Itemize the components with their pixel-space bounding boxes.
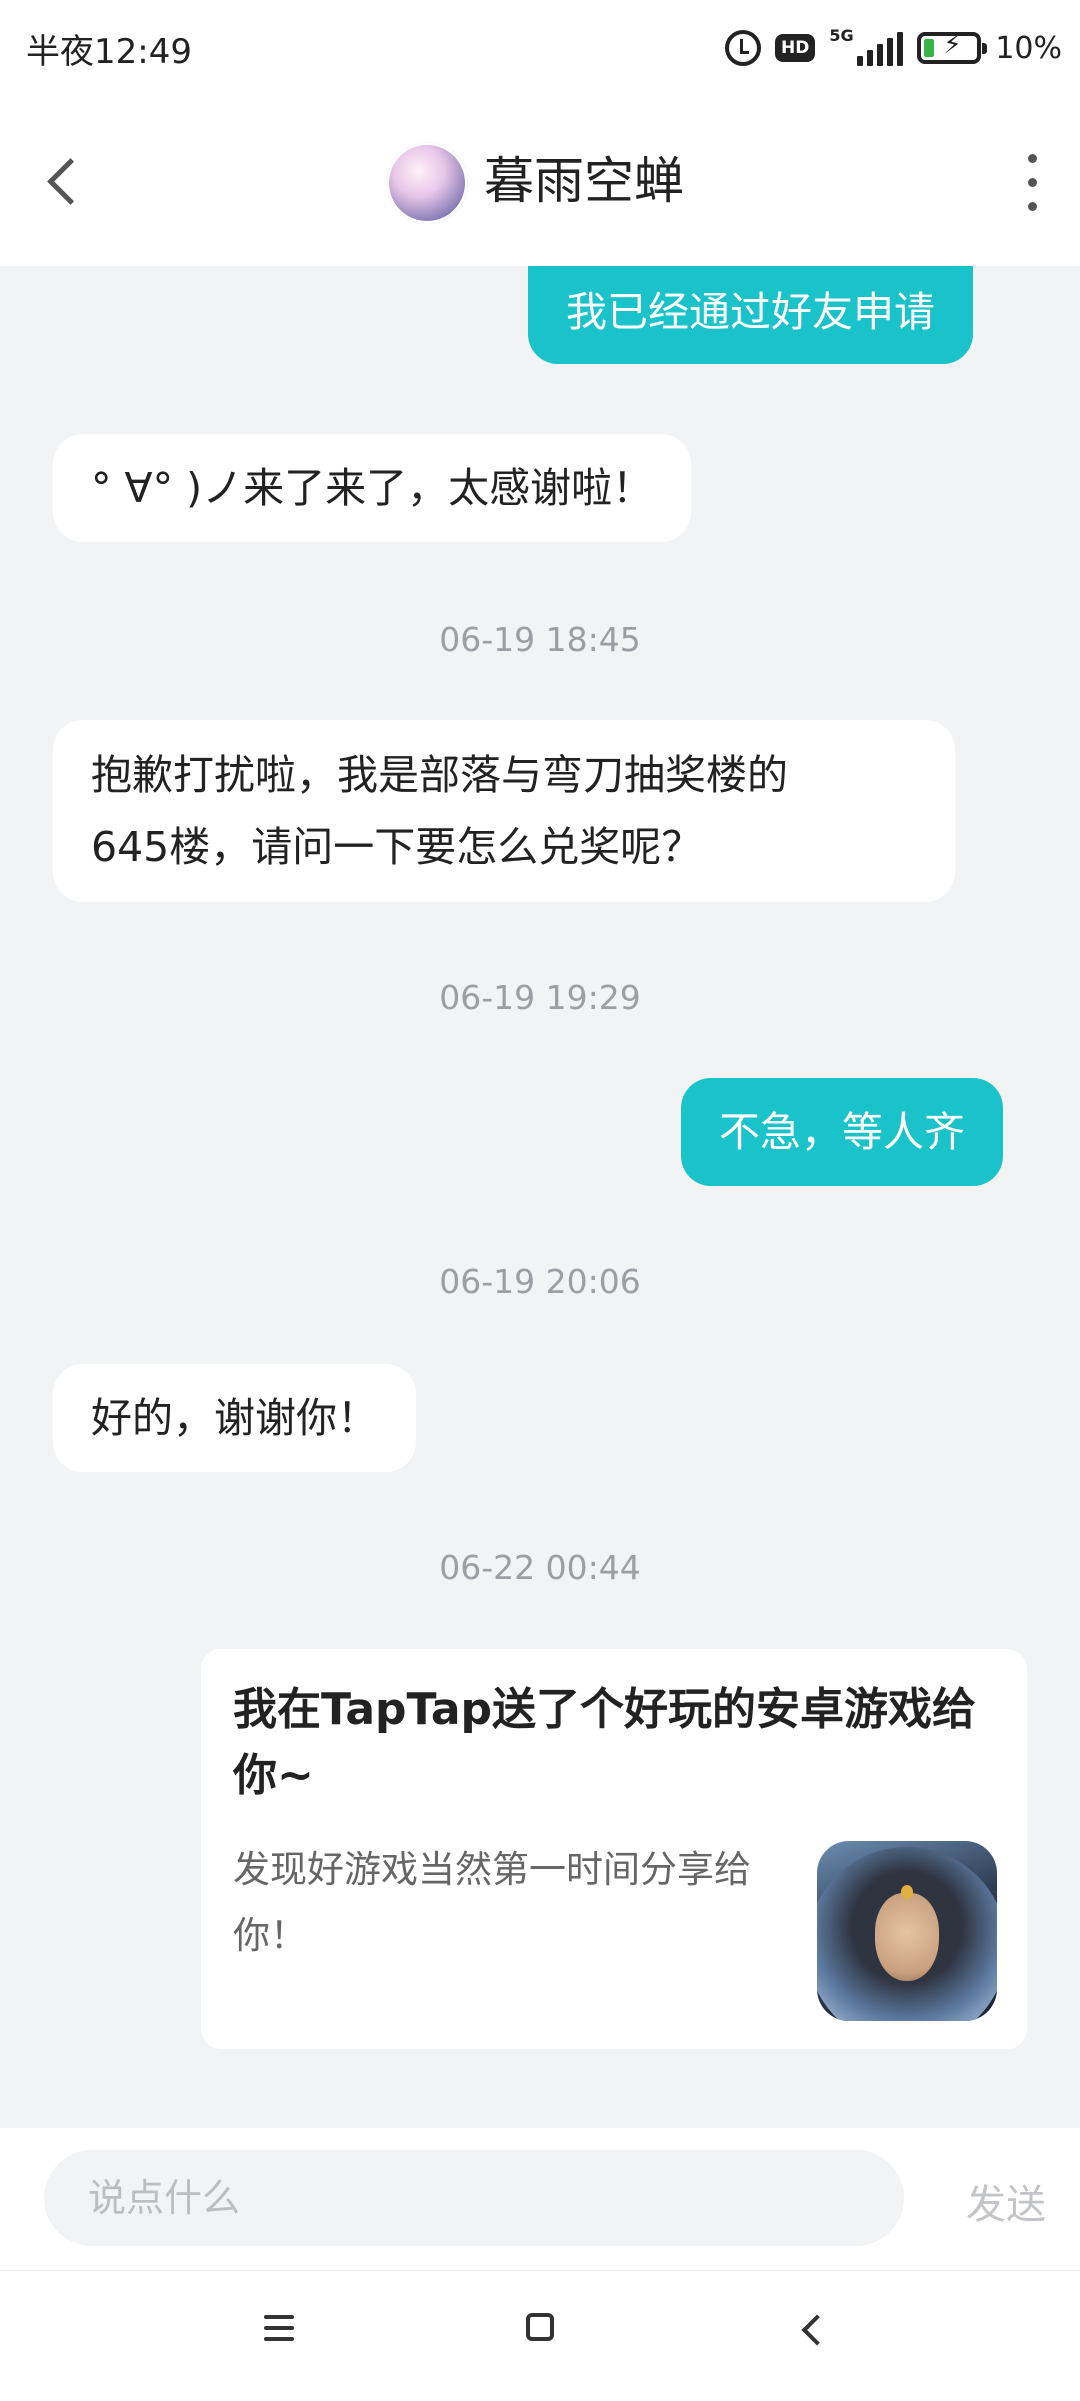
message-bubble-sent[interactable]: 我已经通过好友申请 xyxy=(528,266,973,364)
message-text-line: 抱歉打扰啦，我是部落与弯刀抽奖楼的 xyxy=(91,751,788,799)
message-bubble-sent[interactable]: 不急，等人齐 xyxy=(681,1078,1003,1186)
network-type: 5G xyxy=(829,26,854,45)
message-bubble-received[interactable]: 好的，谢谢你！ xyxy=(53,1364,416,1472)
system-nav-bar xyxy=(0,2270,1080,2401)
message-bubble-received[interactable]: 抱歉打扰啦，我是部落与弯刀抽奖楼的 645楼，请问一下要怎么兑奖呢？ xyxy=(53,720,955,902)
message-text: 不急，等人齐 xyxy=(719,1108,965,1156)
message-text: 好的，谢谢你！ xyxy=(91,1394,378,1442)
share-card-title: 我在TapTap送了个好玩的安卓游戏给你~ xyxy=(233,1684,977,1801)
message-bubble-received[interactable]: ° ∀° )ノ来了来了，太感谢啦！ xyxy=(53,434,692,542)
status-time: 半夜12:49 xyxy=(26,32,192,72)
chat-header: 暮雨空蝉 xyxy=(0,96,1080,266)
status-icons: HD 5G ⚡ 10% xyxy=(724,22,1062,74)
signal-icon: 5G xyxy=(829,26,904,66)
message-list[interactable]: 我已经通过好友申请 ° ∀° )ノ来了来了，太感谢啦！ 06-19 18:45 … xyxy=(0,266,1080,2126)
timestamp: 06-19 18:45 xyxy=(439,620,641,659)
hd-icon: HD xyxy=(774,34,816,62)
share-card[interactable]: 我在TapTap送了个好玩的安卓游戏给你~ 发现好游戏当然第一时间分享给你！ xyxy=(201,1649,1027,2049)
game-thumbnail xyxy=(817,1841,997,2021)
message-input[interactable] xyxy=(44,2150,904,2246)
back-button[interactable] xyxy=(38,151,88,211)
message-text: ° ∀° )ノ来了来了，太感谢啦！ xyxy=(91,464,654,512)
message-text: 我已经通过好友申请 xyxy=(566,288,935,336)
avatar[interactable] xyxy=(386,142,468,224)
timestamp: 06-22 00:44 xyxy=(439,1548,641,1587)
page-title: 暮雨空蝉 xyxy=(484,152,684,210)
alarm-icon xyxy=(724,30,761,66)
battery-percent: 10% xyxy=(995,30,1062,66)
input-bar: 发送 xyxy=(0,2128,1080,2270)
timestamp: 06-19 20:06 xyxy=(439,1262,641,1301)
home-icon[interactable] xyxy=(526,2313,554,2341)
more-button[interactable] xyxy=(1020,154,1044,214)
battery-charging-icon: ⚡ xyxy=(917,30,988,64)
message-text-line: 645楼，请问一下要怎么兑奖呢？ xyxy=(91,823,703,871)
status-bar: 半夜12:49 HD 5G ⚡ 10% xyxy=(0,0,1080,96)
more-vertical-icon xyxy=(1028,154,1037,163)
back-icon[interactable] xyxy=(796,2311,832,2347)
send-button[interactable]: 发送 xyxy=(966,2172,1046,2230)
menu-icon[interactable] xyxy=(264,2315,294,2341)
timestamp: 06-19 19:29 xyxy=(439,978,641,1017)
share-card-description: 发现好游戏当然第一时间分享给你！ xyxy=(233,1848,751,1957)
